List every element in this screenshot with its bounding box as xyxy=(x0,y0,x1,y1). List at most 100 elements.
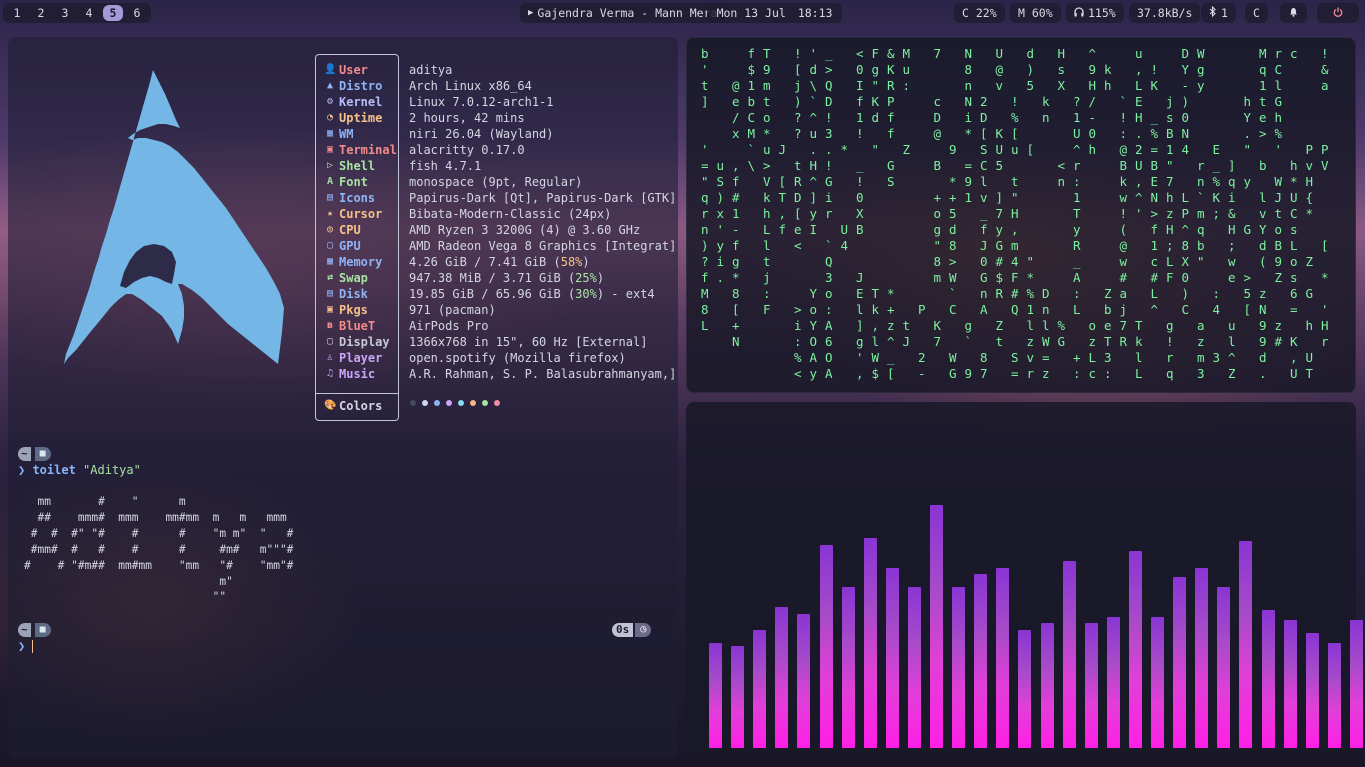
fetch-key-pkgs: ▣ Pkgs xyxy=(324,302,368,318)
visualizer-bar xyxy=(819,545,833,748)
notification-button[interactable] xyxy=(1280,3,1307,23)
visualizer-bar xyxy=(1217,587,1231,748)
visualizer-bar xyxy=(1283,620,1297,748)
matrix-row: = u, \ > t H! _ G B = C 5 < r B U B " r _] b hvV xyxy=(700,158,1329,173)
visualizer-bar xyxy=(1106,617,1120,748)
visualizer-bar xyxy=(1305,633,1319,748)
memory-widget[interactable]: M 60% xyxy=(1010,3,1061,23)
fetch-key-memory: ▦ Memory xyxy=(324,254,382,270)
headphones-icon xyxy=(1074,6,1084,20)
palette-dot xyxy=(458,400,464,406)
visualizer-bar xyxy=(1151,617,1164,748)
command-duration: 0s ◷ xyxy=(612,622,652,638)
cursor-icon: ★ xyxy=(326,208,334,219)
matrix-row: ' ` u J .. * " Z 9 S Uu[ ^ h @2 = 1 4 E " ' PP xyxy=(700,142,1329,157)
input-line[interactable]: ❯ xyxy=(18,638,34,654)
media-widget[interactable]: ▶ Gajendra Verma - Mann Mera xyxy=(520,3,726,23)
bluetooth-count: 1 xyxy=(1221,6,1228,20)
palette-dot xyxy=(470,400,476,406)
visualizer-bar xyxy=(1018,630,1032,748)
fetch-key-distro: ▲ Distro xyxy=(324,78,382,94)
prompt-segment-2: ~ ■ xyxy=(18,622,51,638)
matrix-row: ) y f l < ` 4 " 8 JGm R @ 1; 8 b ; dBL [ xyxy=(700,238,1329,253)
palette-dot xyxy=(482,400,488,406)
matrix-row: b fT ! ' _ < F & M 7 N U d H ^ u DW Mrc ! xyxy=(700,46,1329,61)
prompt-chevron: ❯ xyxy=(18,463,33,477)
bell-icon xyxy=(1289,6,1298,20)
font-icon: A xyxy=(326,176,334,187)
fetch-key-user: 👤 User xyxy=(324,63,368,77)
pkgs-icon: ▣ xyxy=(326,304,334,315)
gpu-icon: ▢ xyxy=(326,240,334,251)
workspace-4[interactable]: 4 xyxy=(79,5,99,21)
cpu-widget[interactable]: C 22% xyxy=(954,3,1005,23)
visualizer-bar xyxy=(841,587,855,748)
visualizer-bar xyxy=(930,505,943,748)
fetch-key-cursor: ★ Cursor xyxy=(324,206,382,222)
wm-icon: ▦ xyxy=(326,128,334,139)
workspace-6[interactable]: 6 xyxy=(127,5,147,21)
workspace-2[interactable]: 2 xyxy=(31,5,51,21)
command-arg: "Aditya" xyxy=(83,463,141,477)
fetch-key-music: ♫ Music xyxy=(324,366,375,382)
fetch-key-player: ♙ Player xyxy=(324,350,382,366)
power-button[interactable] xyxy=(1317,3,1359,23)
visualizer-bar xyxy=(1239,541,1253,748)
workspace-3[interactable]: 3 xyxy=(55,5,75,21)
visualizer-bar xyxy=(1128,551,1142,748)
fetch-value-distro: Arch Linux x86_64 xyxy=(409,79,532,93)
fetch-value-wm: niri 26.04 (Wayland) xyxy=(409,127,554,141)
fetch-key-icons: ▤ Icons xyxy=(324,190,375,206)
memory-icon: ▦ xyxy=(326,256,334,267)
matrix-row: % A O ' W _ 2 W 8 Sv = + L 3 l r m 3 ^ d ,U xyxy=(793,350,1314,365)
matrix-row: < y A , $[ - G97 = r z :c: L q 3 Z . UT xyxy=(793,366,1314,381)
palette-dot xyxy=(422,400,428,406)
top-bar: 123456 ▶ Gajendra Verma - Mann Mera Mon … xyxy=(0,0,1365,26)
palette-icon: 🎨 xyxy=(324,400,337,411)
visualizer-bar xyxy=(907,587,921,748)
fetch-value-cursor: Bibata-Modern-Classic (24px) xyxy=(409,207,612,221)
palette-dot xyxy=(494,400,500,406)
disk-icon: ▤ xyxy=(326,288,334,299)
workspace-5[interactable]: 5 xyxy=(103,5,123,21)
matrix-row: " Sf V[R ^ G ! S * 9 l t n: k,E7 n% q y W * H xyxy=(700,174,1314,189)
network-widget[interactable]: 37.8kB/s xyxy=(1129,3,1201,23)
visualizer-bar xyxy=(974,574,988,748)
visualizer-bar xyxy=(709,643,722,748)
fetch-key-kernel: ⚙ Kernel xyxy=(324,94,382,110)
fetch-value-music: A.R. Rahman, S. P. Balasubrahmanyam,] xyxy=(409,367,677,381)
visualizer-bar xyxy=(952,587,966,748)
arch-logo xyxy=(64,70,284,364)
matrix-row: ] ebt ) ` D fKP c N2 ! k ? / ` E j) htG xyxy=(700,94,1283,109)
palette-dot xyxy=(446,400,452,406)
workspace-switcher: 123456 xyxy=(3,3,151,23)
caffeine-text: C xyxy=(1253,6,1260,20)
matrix-row: N :O6 g l ^ J 7 ` t zWG zTRk ! z l 9 # K r xyxy=(731,334,1329,349)
distro-icon: ▲ xyxy=(326,80,334,91)
volume-widget[interactable]: 115% xyxy=(1066,3,1124,23)
visualizer-bar xyxy=(1084,623,1098,748)
fetch-key-bluet: ʙ BlueT xyxy=(324,318,375,334)
visualizer-bar xyxy=(1040,623,1054,748)
bluetooth-widget[interactable]: 1 xyxy=(1201,3,1236,23)
colors-key: 🎨 Colors xyxy=(324,399,383,413)
visualizer-bar xyxy=(1349,620,1363,748)
caffeine-toggle[interactable]: C xyxy=(1245,3,1268,23)
fetch-value-display: 1366x768 in 15", 60 Hz [External] xyxy=(409,335,648,349)
visualizer-bar xyxy=(797,614,811,748)
visualizer-bar xyxy=(863,538,877,748)
visualizer-bar xyxy=(753,630,767,748)
clock-widget[interactable]: Mon 13 Jul 18:13 xyxy=(707,3,842,23)
fetch-value-icons: Papirus-Dark [Qt], Papirus-Dark [GTK] xyxy=(409,191,677,205)
fetch-key-shell: ▷ Shell xyxy=(324,158,375,174)
time-text: 18:13 xyxy=(797,6,833,20)
visualizer-bar xyxy=(1261,610,1275,748)
kernel-icon: ⚙ xyxy=(326,96,334,107)
workspace-1[interactable]: 1 xyxy=(7,5,27,21)
uptime-icon: ◔ xyxy=(326,112,334,123)
fetch-value-gpu: AMD Radeon Vega 8 Graphics [Integrat] xyxy=(409,239,677,253)
fetch-value-pkgs: 971 (pacman) xyxy=(409,303,496,317)
fetch-value-swap: 947.38 MiB / 3.71 GiB (25%) xyxy=(409,271,605,285)
play-icon[interactable]: ▶ xyxy=(528,8,533,18)
visualizer-bar xyxy=(996,568,1010,748)
